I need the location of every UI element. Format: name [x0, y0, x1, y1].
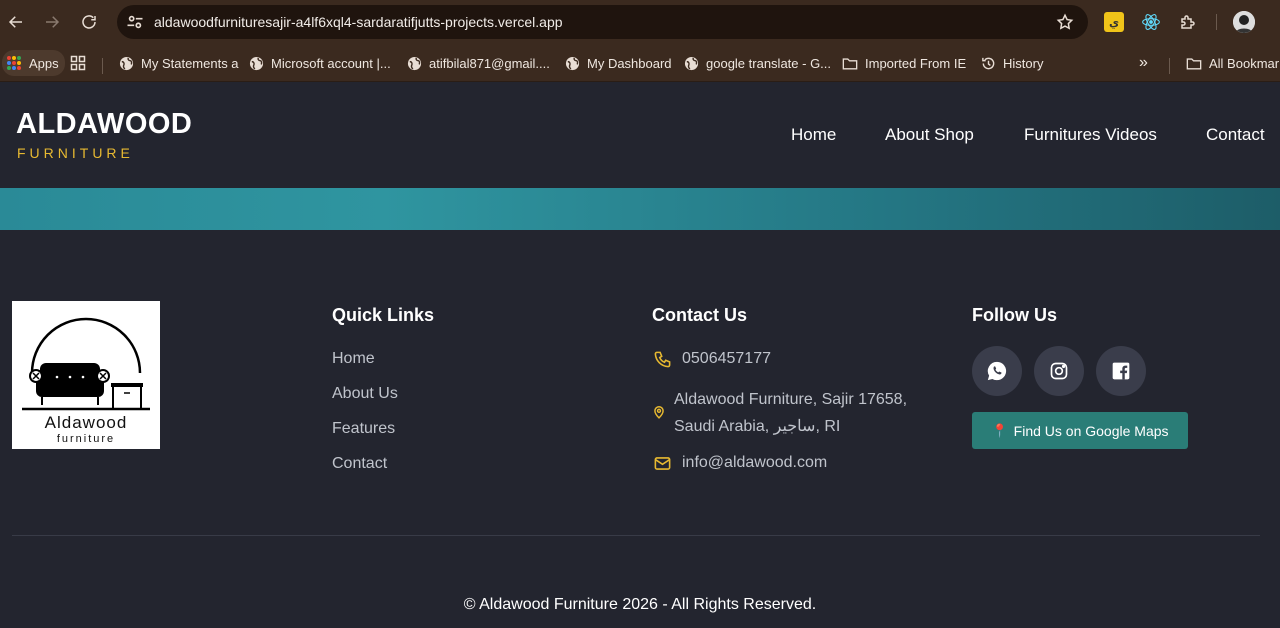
url-text[interactable]: aldawoodfurnituresajir-a4lf6xql4-sardara… [154, 5, 563, 39]
google-maps-button[interactable]: 📍 Find Us on Google Maps [972, 412, 1188, 449]
extension-badge-text: ي [1108, 15, 1120, 29]
facebook-icon [1112, 362, 1130, 380]
bookmark-apps[interactable]: Apps [2, 50, 65, 76]
history-icon [980, 55, 996, 71]
footer-link-about-us[interactable]: About Us [332, 385, 398, 403]
bookmark-label: Microsoft account |... [271, 55, 391, 71]
bookmarks-bar: Apps My Statements a Microsoft account |… [0, 44, 1280, 82]
profile-avatar[interactable] [1233, 11, 1255, 33]
site-logo-subtitle[interactable]: FURNITURE [17, 145, 134, 161]
address-bar[interactable]: aldawoodfurnituresajir-a4lf6xql4-sardara… [117, 5, 1088, 39]
email-address[interactable]: info@aldawood.com [682, 454, 827, 472]
browser-toolbar: aldawoodfurnituresajir-a4lf6xql4-sardara… [0, 0, 1280, 44]
arrow-right-icon [46, 16, 60, 28]
bookmarks-overflow-button[interactable]: » [1139, 50, 1148, 76]
footer-logo[interactable]: Aldawood furniture [12, 301, 160, 449]
bookmark-label: History [1003, 55, 1044, 71]
contact-phone[interactable]: 0506457177 [652, 349, 771, 369]
globe-icon [118, 55, 134, 71]
nav-link-contact[interactable]: Contact [1206, 125, 1265, 145]
bookmark-separator [1169, 58, 1170, 74]
whatsapp-button[interactable] [972, 346, 1022, 396]
footer-divider [12, 535, 1260, 536]
bookmark-all-bookmarks[interactable]: All Bookmarks [1186, 50, 1280, 76]
nav-link-about-shop[interactable]: About Shop [885, 125, 974, 145]
bookmark-label: My Dashboard [587, 55, 672, 71]
footer-logo-subtext: furniture [56, 433, 116, 445]
footer-logo-text: Aldawood [44, 413, 128, 432]
contact-us-title: Contact Us [652, 305, 748, 325]
reload-icon [82, 15, 96, 29]
globe-icon [683, 55, 699, 71]
instagram-icon [1050, 362, 1068, 380]
toolbar-divider [1216, 14, 1217, 30]
arrow-left-icon [8, 16, 22, 28]
apps-grid-icon [6, 55, 22, 71]
folder-icon [1186, 55, 1202, 71]
site-header: ALDAWOOD FURNITURE Home About Shop Furni… [0, 82, 1280, 188]
footer-link-contact[interactable]: Contact [332, 455, 387, 473]
follow-us-title: Follow Us [972, 305, 1057, 325]
bookmark-star-icon[interactable] [1056, 13, 1074, 31]
whatsapp-icon [987, 361, 1007, 381]
reload-button[interactable] [77, 10, 101, 34]
site-settings-icon[interactable] [125, 12, 145, 32]
bookmark-label: Apps [29, 55, 59, 71]
quick-links-title: Quick Links [332, 305, 435, 325]
bookmark-separator [102, 58, 103, 74]
contact-email[interactable]: info@aldawood.com [652, 453, 827, 473]
back-button[interactable] [4, 10, 28, 34]
site-logo-title[interactable]: ALDAWOOD [16, 108, 192, 141]
footer-link-home[interactable]: Home [332, 350, 375, 368]
extensions-puzzle-icon[interactable] [1178, 12, 1198, 32]
bookmark-my-statements[interactable]: My Statements a [118, 50, 239, 76]
extension-yellow-icon[interactable]: ي [1104, 12, 1124, 32]
bookmark-label: google translate - G... [706, 55, 832, 71]
globe-icon [564, 55, 580, 71]
bookmark-microsoft-account[interactable]: Microsoft account |... [248, 50, 391, 76]
footer-link-features[interactable]: Features [332, 420, 395, 438]
facebook-button[interactable] [1096, 346, 1146, 396]
bookmark-my-dashboard[interactable]: My Dashboard [564, 50, 672, 76]
phone-icon [652, 349, 672, 369]
folder-icon [842, 55, 858, 71]
tab-groups-icon[interactable] [70, 50, 86, 76]
bookmark-history[interactable]: History [980, 50, 1043, 76]
react-devtools-icon[interactable] [1141, 12, 1161, 32]
bookmark-label: Imported From IE [865, 55, 967, 71]
mail-icon [652, 453, 672, 473]
sofa-logo-icon [22, 317, 150, 411]
site-footer: Aldawood furniture Quick Links Home Abou… [0, 230, 1280, 628]
google-maps-button-label: Find Us on Google Maps [1013, 422, 1169, 439]
bookmark-label: All Bookmarks [1209, 55, 1280, 71]
globe-icon [248, 55, 264, 71]
nav-link-furnitures-videos[interactable]: Furnitures Videos [1024, 125, 1157, 145]
forward-button[interactable] [40, 10, 64, 34]
nav-link-home[interactable]: Home [791, 125, 836, 145]
hero-banner-strip [0, 188, 1280, 230]
phone-number[interactable]: 0506457177 [682, 350, 771, 368]
globe-icon [406, 55, 422, 71]
bookmark-gmail[interactable]: atifbilal871@gmail.... [406, 50, 550, 76]
bookmark-imported-from-ie[interactable]: Imported From IE [842, 50, 966, 76]
pushpin-icon: 📍 [991, 422, 1008, 438]
chevron-double-right-icon: » [1139, 54, 1148, 71]
bookmark-label: My Statements a [141, 55, 239, 71]
contact-address: Aldawood Furniture, Sajir 17658, Saudi A… [674, 391, 908, 435]
instagram-button[interactable] [1034, 346, 1084, 396]
bookmark-google-translate[interactable]: google translate - G... [683, 50, 831, 76]
copyright-text: © Aldawood Furniture 2026 - All Rights R… [463, 596, 817, 613]
bookmark-label: atifbilal871@gmail.... [429, 55, 550, 71]
location-pin-icon [654, 406, 664, 419]
